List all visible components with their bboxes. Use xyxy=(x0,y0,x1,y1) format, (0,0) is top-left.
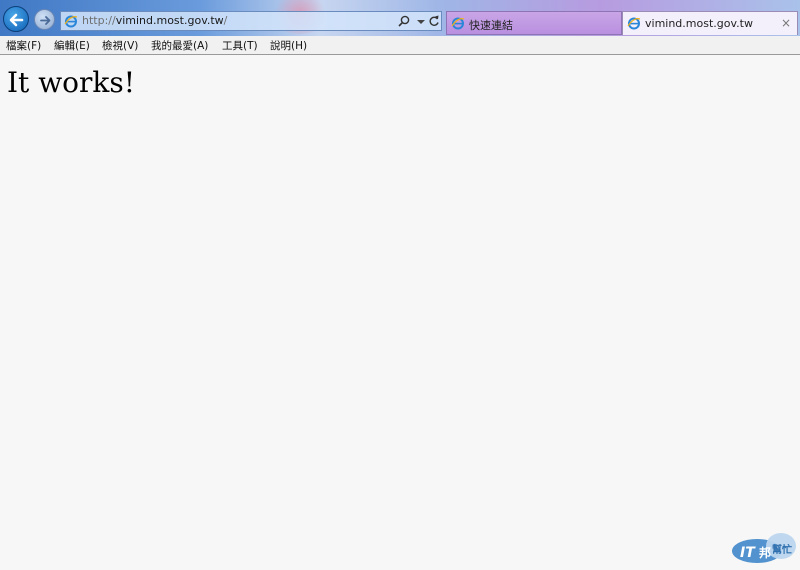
ithome-logo-watermark: IT 邦 幫忙 xyxy=(732,533,796,563)
forward-button[interactable] xyxy=(34,9,55,30)
url-text: http://vimind.most.gov.tw/ xyxy=(82,14,227,27)
ie-icon xyxy=(627,17,641,30)
address-bar[interactable]: http://vimind.most.gov.tw/ xyxy=(60,11,442,31)
url-path: / xyxy=(223,14,228,27)
menu-item-help[interactable]: 說明(H) xyxy=(270,38,307,53)
menu-item-edit[interactable]: 編輯(E) xyxy=(54,38,90,53)
tab-quick-links[interactable]: 快速連結 xyxy=(446,11,622,35)
close-icon[interactable]: × xyxy=(781,16,791,30)
watermark-side-text: 邦 xyxy=(759,545,771,560)
tab-current-page[interactable]: vimind.most.gov.tw × xyxy=(622,11,798,35)
dropdown-arrow-icon[interactable] xyxy=(414,14,428,28)
page-content: It works! xyxy=(0,56,800,570)
search-icon[interactable] xyxy=(397,14,411,28)
page-heading: It works! xyxy=(7,66,136,99)
watermark-main-text: IT xyxy=(740,545,756,561)
url-domain: vimind.most.gov.tw xyxy=(115,14,224,27)
url-scheme: http:// xyxy=(82,14,116,27)
back-arrow-icon xyxy=(9,13,24,27)
forward-arrow-icon xyxy=(40,16,51,25)
menu-item-tools[interactable]: 工具(T) xyxy=(222,38,258,53)
refresh-icon[interactable] xyxy=(427,14,441,28)
tab-label: vimind.most.gov.tw xyxy=(645,17,753,30)
back-button[interactable] xyxy=(3,6,29,32)
menu-item-view[interactable]: 檢視(V) xyxy=(102,38,138,53)
browser-toolbar: http://vimind.most.gov.tw/ 快速連結 vimind.m… xyxy=(0,0,800,40)
menu-item-favorites[interactable]: 我的最愛(A) xyxy=(151,38,208,53)
menu-bar: 檔案(F) 編輯(E) 檢視(V) 我的最愛(A) 工具(T) 說明(H) xyxy=(0,36,800,55)
menu-item-file[interactable]: 檔案(F) xyxy=(6,38,41,53)
ie-icon xyxy=(64,15,78,28)
tab-label: 快速連結 xyxy=(469,19,513,32)
ie-icon xyxy=(451,17,465,30)
watermark-sub-text: 幫忙 xyxy=(772,543,792,556)
